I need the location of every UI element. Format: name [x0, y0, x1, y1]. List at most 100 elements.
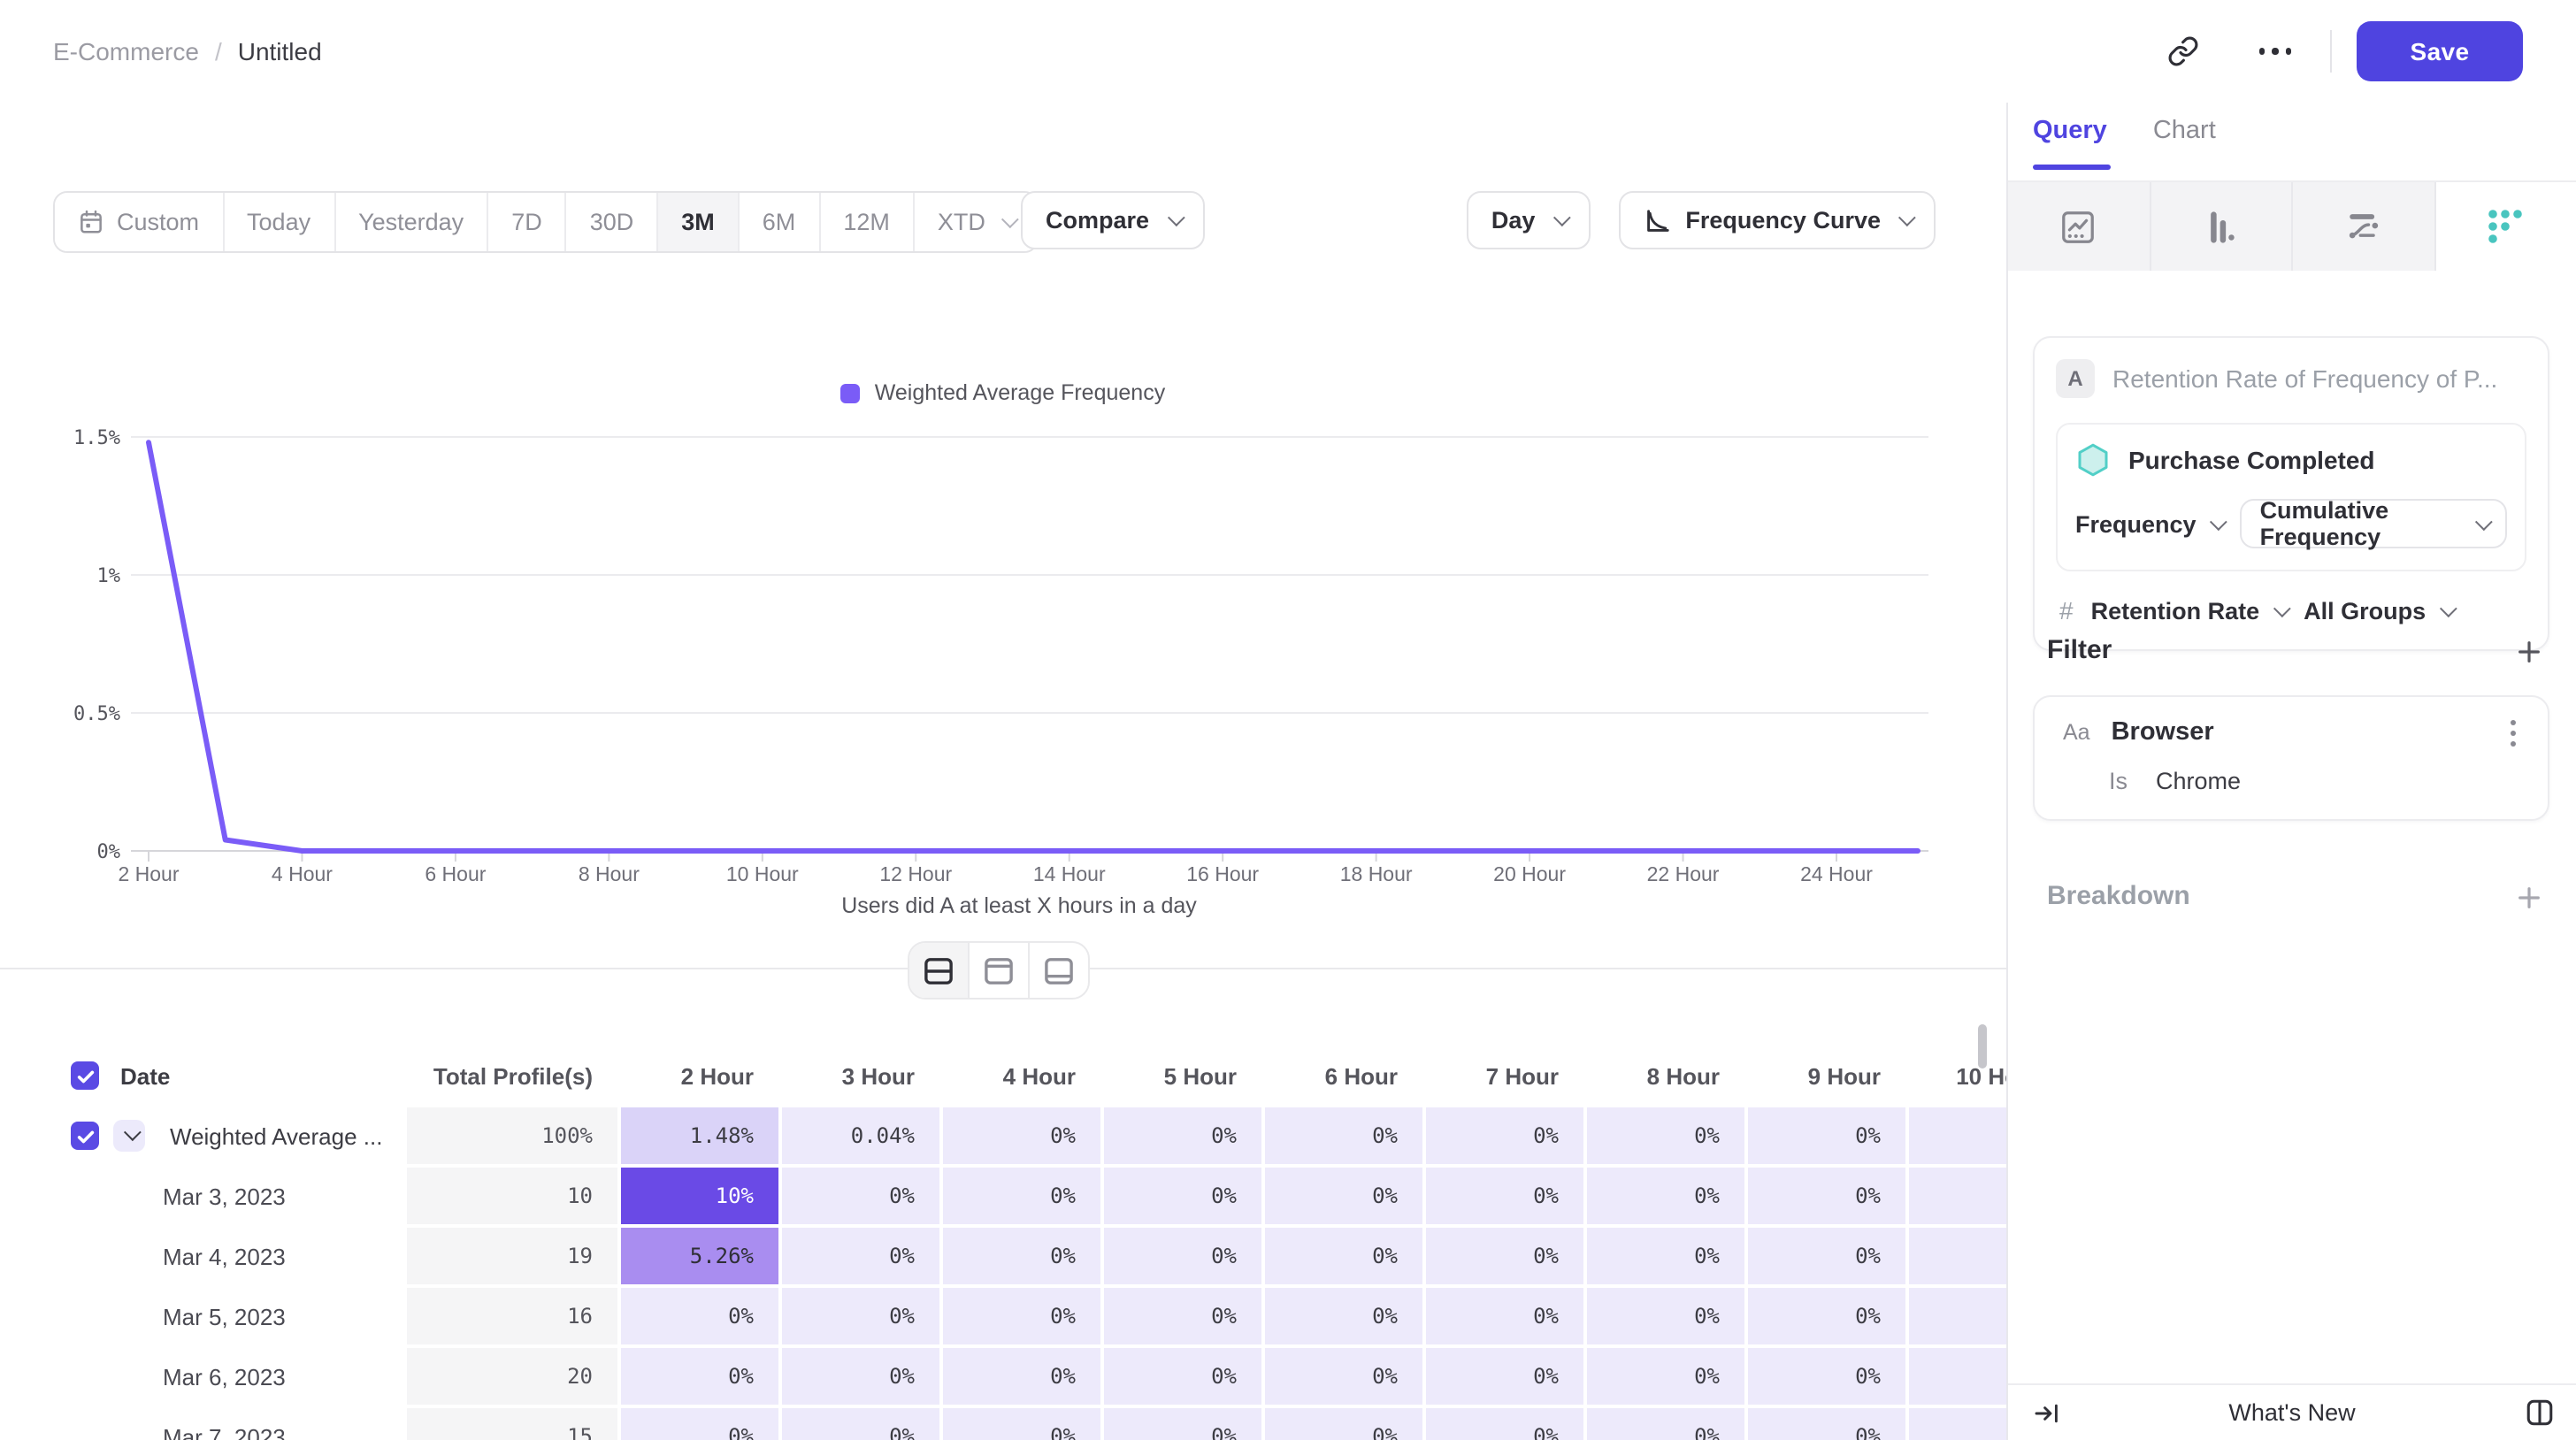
range-7d[interactable]: 7D	[488, 193, 567, 251]
series-badge: A	[2056, 359, 2095, 398]
compare-button[interactable]: Compare	[1021, 191, 1204, 249]
table-cell: 0%	[943, 1288, 1100, 1344]
table-header-10-hour[interactable]: 10 Hour	[1909, 1047, 2006, 1104]
range-6m[interactable]: 6M	[740, 193, 821, 251]
range-30d[interactable]: 30D	[567, 193, 659, 251]
event-name[interactable]: Purchase Completed	[2128, 446, 2375, 474]
table-cell: 0%	[621, 1288, 778, 1344]
range-12m[interactable]: 12M	[820, 193, 915, 251]
chart-type-bar[interactable]	[2150, 182, 2293, 271]
table-row-label[interactable]: Weighted Average ...	[0, 1107, 403, 1164]
copy-link-button[interactable]	[2153, 21, 2213, 81]
range-3m[interactable]: 3M	[658, 193, 740, 251]
layout-toggle	[908, 941, 1090, 1000]
table-cell: 0%	[1265, 1107, 1422, 1164]
series-line[interactable]	[149, 442, 1918, 851]
breadcrumb-project[interactable]: E-Commerce	[53, 37, 199, 65]
filter-card[interactable]: Aa Browser Is Chrome	[2033, 695, 2549, 821]
filter-operator[interactable]: Is	[2109, 768, 2128, 794]
table-cell: 0%	[1426, 1168, 1583, 1224]
x-axis-label: 18 Hour	[1340, 862, 1413, 885]
query-series-card[interactable]: A Retention Rate of Frequency of P... Pu…	[2033, 336, 2549, 651]
table-row-label[interactable]: Mar 5, 2023	[0, 1288, 403, 1344]
tab-query[interactable]: Query	[2033, 117, 2107, 166]
chevron-down-icon	[2475, 512, 2493, 530]
measure-value-dropdown[interactable]: Cumulative Frequency	[2241, 499, 2507, 548]
table-header-8-hour[interactable]: 8 Hour	[1587, 1047, 1744, 1104]
range-xtd[interactable]: XTD	[915, 193, 1037, 251]
table-cell: 0%	[1265, 1408, 1422, 1440]
table-row-label[interactable]: Mar 7, 2023	[0, 1408, 403, 1440]
measure-dropdown[interactable]: Frequency	[2075, 510, 2223, 537]
x-axis-label: 4 Hour	[272, 862, 333, 885]
layout-chart-only-button[interactable]	[970, 943, 1030, 998]
table-header-6-hour[interactable]: 6 Hour	[1265, 1047, 1422, 1104]
table-header-7-hour[interactable]: 7 Hour	[1426, 1047, 1583, 1104]
breadcrumb: E-Commerce / Untitled	[53, 37, 322, 65]
save-button[interactable]: Save	[2357, 21, 2523, 81]
frequency-curve-chart[interactable]: 0%0.5%1%1.5%2 Hour4 Hour6 Hour8 Hour10 H…	[53, 417, 1953, 948]
filter-heading: Filter	[2047, 635, 2112, 665]
collapse-sidebar-icon[interactable]	[2033, 1398, 2061, 1427]
table-cell: 0%	[782, 1288, 939, 1344]
metric-dropdown[interactable]: Retention Rate	[2091, 597, 2287, 624]
table-cell: 0%	[1265, 1288, 1422, 1344]
expand-row-button[interactable]	[113, 1120, 145, 1152]
table-cell	[1909, 1408, 2006, 1440]
table-header-3-hour[interactable]: 3 Hour	[782, 1047, 939, 1104]
table-cell: 0%	[1587, 1408, 1744, 1440]
chevron-down-icon	[1167, 209, 1184, 226]
chart-style-button[interactable]: Frequency Curve	[1618, 191, 1936, 249]
x-axis-label: 20 Hour	[1493, 862, 1566, 885]
filter-value[interactable]: Chrome	[2156, 768, 2241, 794]
chart-legend[interactable]: Weighted Average Frequency	[53, 380, 1953, 405]
string-property-icon: Aa	[2063, 720, 2090, 745]
chart-type-flow[interactable]	[2293, 182, 2435, 271]
line-chart-icon	[2060, 208, 2097, 245]
tab-chart[interactable]: Chart	[2153, 117, 2216, 166]
chevron-down-icon	[1552, 209, 1570, 226]
table-header-4-hour[interactable]: 4 Hour	[943, 1047, 1100, 1104]
layout-table-only-button[interactable]	[1030, 943, 1088, 998]
table-cell	[1909, 1107, 2006, 1164]
range-custom[interactable]: Custom	[55, 193, 224, 251]
panel-toggle-icon[interactable]	[2525, 1398, 2555, 1428]
frequency-dots-icon	[2487, 207, 2526, 246]
chart-type-line[interactable]	[2008, 182, 2150, 271]
range-yesterday[interactable]: Yesterday	[335, 193, 488, 251]
table-cell: 0%	[1587, 1288, 1744, 1344]
table-header-2-hour[interactable]: 2 Hour	[621, 1047, 778, 1104]
vertical-scrollbar[interactable]	[1978, 1024, 1987, 1069]
table-cell: 0%	[782, 1228, 939, 1284]
x-axis-label: 14 Hour	[1033, 862, 1106, 885]
filter-property[interactable]: Browser	[2112, 718, 2477, 747]
more-menu-button[interactable]	[2245, 21, 2305, 81]
table-row-label[interactable]: Mar 6, 2023	[0, 1348, 403, 1405]
x-axis-label: 6 Hour	[425, 862, 486, 885]
table-header-total-profile-s-[interactable]: Total Profile(s)	[407, 1047, 617, 1104]
table-cell: 0%	[1426, 1348, 1583, 1405]
table-only-icon	[1044, 956, 1074, 984]
chart-type-frequency[interactable]	[2435, 182, 2576, 271]
table-header-5-hour[interactable]: 5 Hour	[1104, 1047, 1261, 1104]
table-cell: 0.04%	[782, 1107, 939, 1164]
page-title[interactable]: Untitled	[238, 37, 322, 65]
select-all-checkbox[interactable]	[71, 1061, 99, 1090]
table-cell	[1909, 1348, 2006, 1405]
granularity-button[interactable]: Day	[1467, 191, 1591, 249]
table-cell: 0%	[943, 1408, 1100, 1440]
row-checkbox[interactable]	[71, 1122, 99, 1150]
table-header-9-hour[interactable]: 9 Hour	[1748, 1047, 1905, 1104]
kebab-menu-icon[interactable]	[2498, 719, 2526, 746]
add-breakdown-button[interactable]	[2512, 881, 2544, 913]
whats-new-link[interactable]: What's New	[2008, 1399, 2576, 1426]
table-cell: 0%	[1104, 1228, 1261, 1284]
table-row-label[interactable]: Mar 4, 2023	[0, 1228, 403, 1284]
table-row-label[interactable]: Mar 3, 2023	[0, 1168, 403, 1224]
layout-split-view-button[interactable]	[909, 943, 970, 998]
series-title-input[interactable]: Retention Rate of Frequency of P...	[2112, 364, 2497, 393]
range-today[interactable]: Today	[224, 193, 335, 251]
event-card[interactable]: Purchase Completed Frequency Cumulative …	[2056, 423, 2526, 571]
add-filter-button[interactable]	[2512, 635, 2544, 667]
groups-dropdown[interactable]: All Groups	[2304, 597, 2452, 624]
